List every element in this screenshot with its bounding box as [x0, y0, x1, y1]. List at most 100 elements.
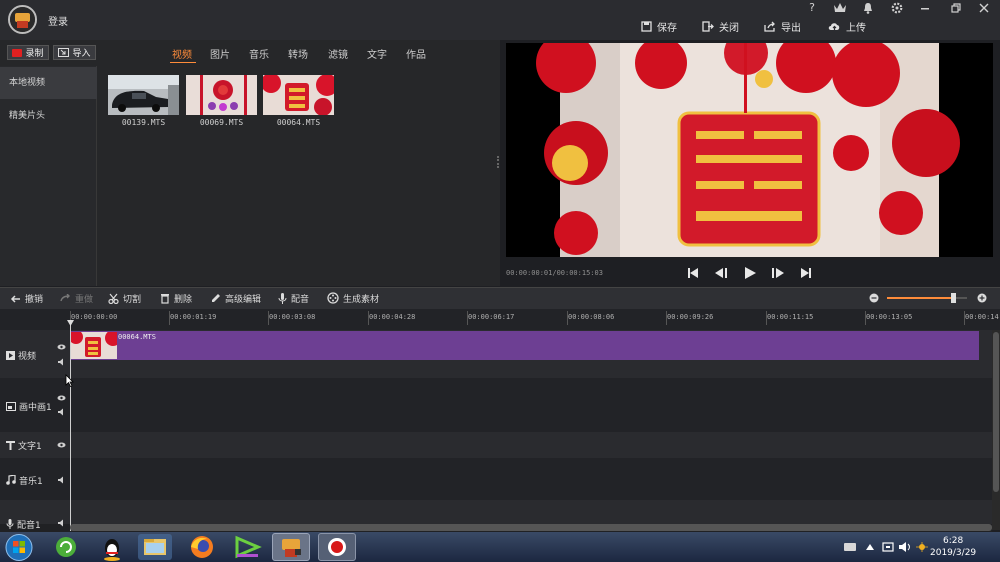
video-preview: [506, 43, 993, 257]
redo-arrow-icon: [60, 293, 70, 301]
volume-tray-icon[interactable]: [898, 541, 912, 553]
dub-track-audio-toggle[interactable]: [57, 519, 66, 527]
save-icon: [641, 20, 652, 32]
undo-button[interactable]: 撤销: [10, 291, 43, 305]
delete-label: 删除: [174, 294, 193, 305]
bell-icon[interactable]: [858, 1, 878, 15]
sidebar-item-intros[interactable]: 精美片头: [0, 100, 97, 132]
crown-icon[interactable]: [830, 1, 850, 15]
film-reel-icon: [327, 292, 339, 304]
restore-icon[interactable]: [946, 1, 966, 15]
redo-label: 重做: [75, 294, 94, 305]
folder-icon: [138, 534, 172, 560]
settings-gear-icon[interactable]: [887, 1, 907, 15]
playhead-handle[interactable]: [67, 320, 74, 326]
generate-material-button[interactable]: 生成素材: [327, 291, 379, 305]
taskbar-app-recorder[interactable]: [318, 533, 356, 561]
panel-splitter-handle[interactable]: [497, 156, 499, 168]
show-hidden-icons-arrow-icon[interactable]: [866, 544, 874, 550]
taskbar-app-qq[interactable]: [93, 533, 131, 561]
tab-works[interactable]: 作品: [406, 46, 426, 61]
tab-transitions[interactable]: 转场: [288, 46, 308, 61]
pencil-icon: [212, 293, 220, 302]
zoom-slider-track[interactable]: [887, 293, 967, 303]
music-track-audio-toggle[interactable]: [57, 476, 66, 484]
minimize-icon[interactable]: [915, 1, 935, 15]
timeline-horizontal-scrollbar[interactable]: [70, 524, 992, 531]
speaker-icon: [58, 476, 63, 484]
active-tab-underline: [170, 62, 196, 63]
media-thumbnail-00064[interactable]: [263, 75, 334, 115]
dub-label: 配音: [291, 294, 310, 305]
zoom-out-button[interactable]: [869, 293, 879, 303]
start-button[interactable]: [4, 533, 34, 562]
generate-material-label: 生成素材: [343, 294, 380, 305]
tab-video[interactable]: 视频: [172, 46, 192, 61]
redo-button[interactable]: 重做: [60, 291, 93, 305]
play-button[interactable]: [742, 265, 758, 281]
video-clip[interactable]: [71, 331, 979, 360]
system-clock[interactable]: 6:28 2019/3/29: [930, 535, 976, 559]
vertical-scroll-thumb[interactable]: [993, 332, 999, 492]
previous-frame-button[interactable]: [713, 265, 729, 281]
taskbar-app-refresh[interactable]: [47, 533, 85, 561]
video-track-audio-toggle[interactable]: [57, 358, 66, 366]
import-label: 导入: [72, 49, 91, 59]
update-tray-icon[interactable]: [916, 542, 928, 552]
clock-date: 2019/3/29: [930, 548, 977, 558]
prev-frame-icon: [715, 268, 727, 278]
media-caption-00064: 00064.MTS: [276, 118, 321, 127]
keyboard-tray-icon[interactable]: [844, 543, 856, 551]
dub-button[interactable]: 配音: [278, 291, 309, 305]
pip-track-row: [0, 378, 992, 432]
eye-icon: [57, 395, 66, 401]
close-project-button[interactable]: 关闭: [702, 18, 739, 34]
save-button[interactable]: 保存: [641, 18, 677, 34]
skip-start-icon: [688, 268, 698, 278]
cut-button[interactable]: 切割: [108, 291, 141, 305]
media-thumbnail-00069[interactable]: [186, 75, 257, 115]
advanced-edit-button[interactable]: 高级编辑: [210, 291, 261, 305]
tab-images[interactable]: 图片: [210, 46, 230, 61]
music-track-name: 音乐1: [19, 476, 43, 487]
exit-icon: [702, 20, 714, 32]
help-icon[interactable]: ?: [802, 1, 822, 15]
taskbar-app-video-editor[interactable]: [272, 533, 310, 561]
taskbar-app-firefox[interactable]: [183, 533, 221, 561]
import-button[interactable]: 导入: [53, 45, 96, 60]
preview-frame-image: [506, 43, 993, 257]
record-circle-icon: [328, 538, 346, 556]
network-tray-icon[interactable]: [882, 541, 894, 553]
media-thumbnail-00139[interactable]: [108, 75, 179, 115]
zoom-slider-handle[interactable]: [951, 293, 957, 303]
taskbar-app-explorer[interactable]: [136, 533, 174, 561]
zoom-in-button[interactable]: [977, 293, 987, 303]
taskbar-app-player[interactable]: [228, 533, 266, 561]
skip-to-end-button[interactable]: [798, 265, 814, 281]
skip-to-start-button[interactable]: [685, 265, 701, 281]
close-window-icon[interactable]: [974, 1, 994, 15]
tab-text[interactable]: 文字: [367, 46, 387, 61]
login-link[interactable]: 登录: [48, 13, 68, 28]
video-track-visibility-toggle[interactable]: [57, 344, 66, 350]
ruler-tick-label: 00:00:08:06: [568, 313, 615, 321]
record-icon: [12, 48, 23, 57]
tab-filters[interactable]: 滤镜: [328, 46, 348, 61]
export-button[interactable]: 导出: [764, 18, 801, 34]
delete-button[interactable]: 删除: [160, 291, 192, 305]
text-track-visibility-toggle[interactable]: [57, 442, 66, 448]
export-label: 导出: [781, 22, 801, 34]
text-track-row: [0, 432, 992, 458]
record-label: 录制: [25, 49, 44, 59]
upload-button[interactable]: 上传: [828, 18, 866, 34]
sidebar-item-local-video[interactable]: 本地视频: [0, 67, 97, 99]
record-button[interactable]: 录制: [7, 45, 49, 60]
timeline-playhead[interactable]: [70, 321, 71, 531]
tab-music[interactable]: 音乐: [249, 46, 269, 61]
edit-toolbar: [0, 287, 1000, 309]
ruler-tick-label: 00:00:01:19: [170, 313, 217, 321]
pip-track-audio-toggle[interactable]: [57, 408, 66, 416]
next-frame-button[interactable]: [770, 265, 786, 281]
pip-track-visibility-toggle[interactable]: [57, 395, 66, 401]
video-play-icon: [6, 350, 15, 360]
